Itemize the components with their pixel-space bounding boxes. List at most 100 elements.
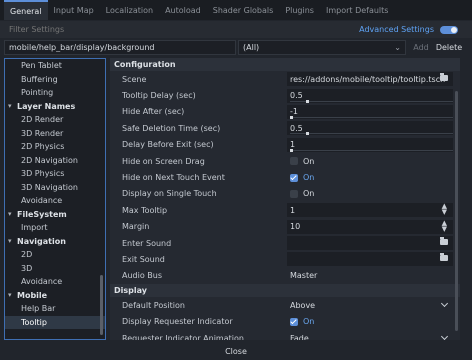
advanced-settings-toggle[interactable]: [440, 26, 458, 34]
property-dropdown[interactable]: Fade: [287, 331, 453, 340]
property-slider-field[interactable]: 1: [287, 137, 453, 152]
filter-settings-input[interactable]: [6, 22, 386, 37]
chevron-down-icon: [440, 300, 449, 308]
sidebar-section-label: FileSystem: [17, 209, 67, 219]
sidebar-item-help-bar[interactable]: Help Bar: [5, 302, 105, 316]
slider-track[interactable]: [290, 132, 453, 136]
sidebar-section-navigation[interactable]: ▾ Navigation: [5, 235, 105, 249]
property-checkbox[interactable]: On: [287, 154, 453, 168]
property-label: Scene: [122, 74, 147, 84]
chevron-down-icon[interactable]: ▾: [8, 210, 17, 218]
sidebar-section-label: Navigation: [17, 236, 66, 246]
sidebar-item-2d[interactable]: 2D: [5, 248, 105, 262]
checkbox-label: On: [303, 317, 315, 327]
chevron-down-icon[interactable]: ▾: [8, 102, 17, 110]
sidebar-section-mobile[interactable]: ▾ Mobile: [5, 289, 105, 303]
sidebar-item-3d-render[interactable]: 3D Render: [5, 127, 105, 141]
checkbox-checked-icon: [290, 317, 298, 326]
folder-icon[interactable]: [440, 73, 448, 82]
slider-grabber[interactable]: [290, 148, 293, 152]
sidebar-item-avoidance[interactable]: Avoidance: [5, 275, 105, 289]
property-label: Requester Indicator Animation: [122, 333, 244, 340]
sidebar-item-2d-render[interactable]: 2D Render: [5, 113, 105, 127]
sidebar-item-tooltip[interactable]: Tooltip: [5, 315, 105, 329]
tab-general[interactable]: General: [4, 0, 48, 20]
spin-arrows-icon[interactable]: ▲ ▼: [442, 219, 447, 232]
delete-button[interactable]: Delete: [433, 40, 465, 55]
property-slider-field[interactable]: 0.5: [287, 121, 453, 136]
property-spinbox[interactable]: 1 ▲ ▼: [287, 203, 453, 218]
property-row-requester-indicator-animation: Requester Indicator Animation Fade: [110, 330, 460, 340]
close-button[interactable]: Close: [215, 345, 257, 358]
sidebar-item-buffering[interactable]: Buffering: [5, 73, 105, 87]
property-row-enter-sound: Enter Sound: [110, 235, 460, 251]
sidebar-item-3d-physics[interactable]: 3D Physics: [5, 167, 105, 181]
tab-import-defaults[interactable]: Import Defaults: [320, 0, 395, 20]
spin-arrows-icon[interactable]: ▲ ▼: [442, 203, 447, 216]
chevron-down-icon[interactable]: ▾: [8, 237, 17, 245]
property-slider-field[interactable]: 0.5: [287, 88, 453, 103]
property-label: Hide After (sec): [122, 107, 185, 117]
property-spinbox[interactable]: 10 ▲ ▼: [287, 219, 453, 234]
checkbox-label: On: [303, 189, 315, 199]
sidebar-item-2d-navigation[interactable]: 2D Navigation: [5, 154, 105, 168]
slider-grabber[interactable]: [306, 132, 310, 136]
property-text-field[interactable]: Master: [287, 269, 453, 283]
sidebar-section-layer-names[interactable]: ▾ Layer Names: [5, 100, 105, 114]
property-dropdown[interactable]: Above: [287, 298, 453, 312]
tab-input-map[interactable]: Input Map: [48, 0, 100, 20]
sidebar-item-3d[interactable]: 3D: [5, 262, 105, 276]
property-label: Audio Bus: [122, 271, 163, 281]
property-checkbox[interactable]: On: [287, 187, 453, 201]
property-row-margin: Margin 10 ▲ ▼: [110, 219, 460, 235]
tab-plugins[interactable]: Plugins: [279, 0, 320, 20]
property-resource-field[interactable]: [287, 252, 453, 267]
property-label: Hide on Next Touch Event: [122, 173, 225, 183]
sidebar-item-pen-tablet[interactable]: Pen Tablet: [5, 59, 105, 73]
chevron-down-icon: ⌄: [394, 43, 401, 52]
property-resource-field[interactable]: [287, 236, 453, 251]
property-resource-field[interactable]: res://addons/mobile/tooltip/tooltip.tscn: [287, 72, 453, 87]
setting-type-select[interactable]: (All) ⌄: [238, 40, 406, 55]
folder-icon[interactable]: [440, 237, 448, 246]
sidebar-item-avoidance[interactable]: Avoidance: [5, 194, 105, 208]
sidebar-scrollbar[interactable]: [100, 275, 103, 335]
slider-grabber[interactable]: [306, 99, 310, 103]
checkbox-label: On: [303, 156, 315, 166]
sidebar-item-2d-physics[interactable]: 2D Physics: [5, 140, 105, 154]
slider-track[interactable]: [290, 115, 453, 119]
property-label: Hide on Screen Drag: [122, 156, 205, 166]
slider-track[interactable]: [290, 99, 453, 103]
property-row-delay-before-exit-sec: Delay Before Exit (sec) 1: [110, 137, 460, 153]
section-header-display[interactable]: Display: [110, 284, 460, 298]
property-value: Fade: [290, 333, 309, 340]
sidebar-section-filesystem[interactable]: ▾ FileSystem: [5, 208, 105, 222]
slider-track[interactable]: [290, 148, 453, 152]
section-header-configuration[interactable]: Configuration: [110, 58, 460, 71]
property-checkbox[interactable]: On: [287, 315, 453, 329]
property-label: Delay Before Exit (sec): [122, 140, 214, 150]
property-row-audio-bus: Audio Bus Master: [110, 268, 460, 284]
checkbox-unchecked-icon: [290, 157, 298, 166]
property-value: 0.5: [290, 91, 303, 101]
tab-localization[interactable]: Localization: [100, 0, 159, 20]
property-row-display-on-single-touch: Display on Single Touch On: [110, 186, 460, 202]
chevron-down-icon: [440, 333, 449, 340]
sidebar-item-3d-navigation[interactable]: 3D Navigation: [5, 181, 105, 195]
sidebar-item-pointing[interactable]: Pointing: [5, 86, 105, 100]
inspector-scrollbar[interactable]: [455, 91, 458, 331]
setting-path-input[interactable]: [4, 40, 236, 55]
chevron-down-icon[interactable]: ▾: [8, 291, 17, 299]
property-label: Margin: [122, 222, 150, 232]
property-row-max-tooltip: Max Tooltip 1 ▲ ▼: [110, 202, 460, 218]
tab-shader-globals[interactable]: Shader Globals: [207, 0, 280, 20]
property-checkbox[interactable]: On: [287, 171, 453, 185]
advanced-settings-label: Advanced Settings: [359, 25, 434, 34]
property-slider-field[interactable]: -1: [287, 104, 453, 119]
add-button[interactable]: Add: [410, 40, 432, 55]
sidebar-item-import[interactable]: Import: [5, 221, 105, 235]
slider-grabber[interactable]: [290, 115, 293, 119]
folder-icon[interactable]: [440, 253, 448, 262]
property-value: res://addons/mobile/tooltip/tooltip.tscn: [290, 74, 446, 84]
tab-autoload[interactable]: Autoload: [159, 0, 207, 20]
